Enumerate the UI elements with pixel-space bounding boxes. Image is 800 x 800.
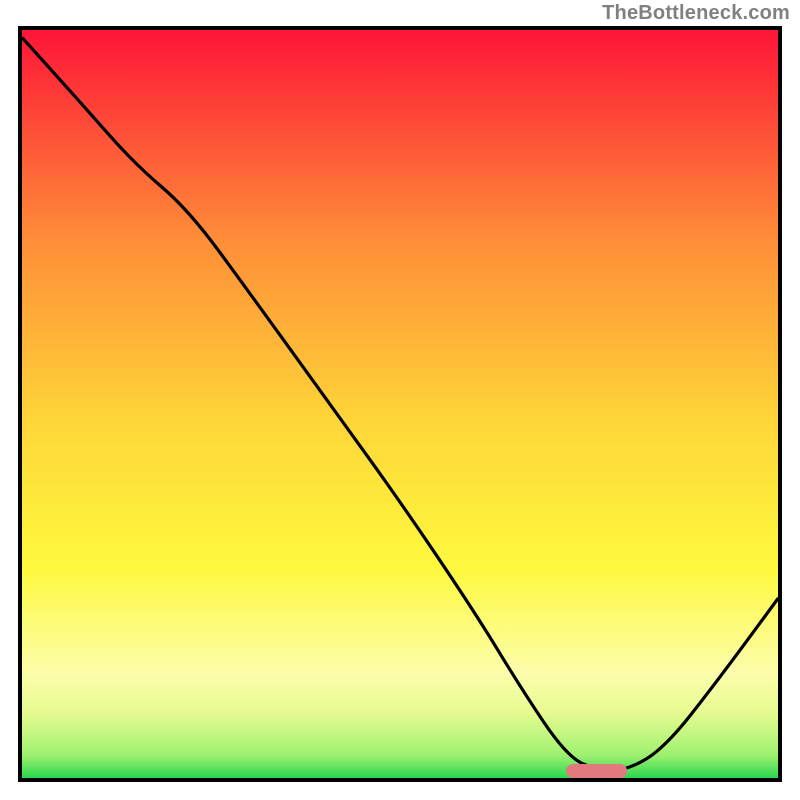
chart-root: TheBottleneck.com: [0, 0, 800, 800]
watermark-text: TheBottleneck.com: [602, 2, 790, 25]
curve-layer: [22, 30, 778, 778]
bottleneck-curve: [22, 38, 778, 771]
optimal-range-marker: [566, 764, 626, 778]
plot-frame: [18, 26, 782, 782]
